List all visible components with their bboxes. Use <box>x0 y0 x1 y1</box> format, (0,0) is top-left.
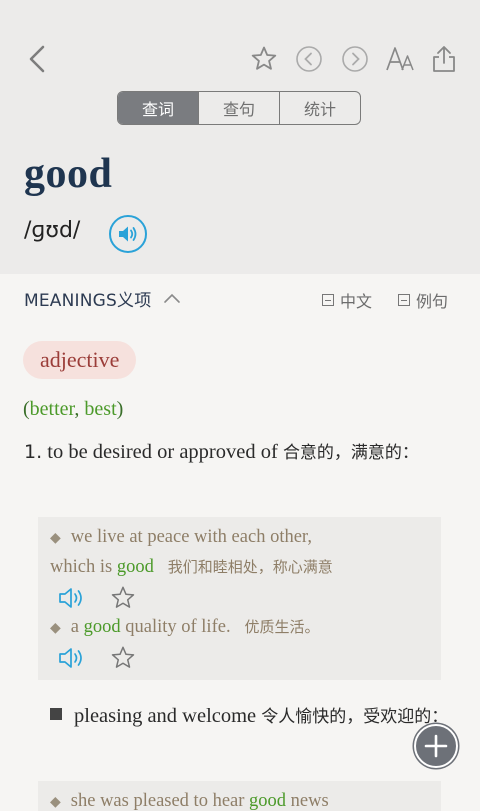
example-sentence: ◆ we live at peace with each other, which… <box>50 523 435 582</box>
sense-number: 1. <box>24 441 43 463</box>
example-text: which is <box>50 557 117 577</box>
sense-definition-zh: 合意的，满意的： <box>282 443 419 463</box>
example-text: a <box>70 617 84 637</box>
speaker-icon[interactable] <box>58 646 88 670</box>
pronounce-speaker-button[interactable] <box>109 215 147 253</box>
sense-definition-en: to be desired or approved of <box>47 441 278 463</box>
example-text: news <box>286 791 329 811</box>
collapse-box-icon <box>322 294 334 306</box>
headword: good <box>24 151 113 197</box>
example-keyword: good <box>249 791 287 811</box>
star-icon[interactable] <box>110 645 136 671</box>
next-circle-icon[interactable] <box>339 43 371 75</box>
tab-lookup-sentence[interactable]: 查句 <box>199 92 280 124</box>
meanings-title: MEANINGS义项 <box>24 291 152 311</box>
star-icon[interactable] <box>248 43 280 75</box>
example-text: she was pleased to hear <box>70 791 250 811</box>
back-chevron-left-icon[interactable] <box>22 42 52 76</box>
form-superlative[interactable]: best <box>84 398 116 420</box>
example-actions <box>58 585 136 611</box>
example-keyword: good <box>83 617 121 637</box>
toggle-examples[interactable]: 例句 <box>398 288 448 312</box>
diamond-bullet-icon: ◆ <box>50 795 61 810</box>
inflected-forms: (better, best) <box>23 398 123 421</box>
diamond-bullet-icon: ◆ <box>50 621 61 636</box>
square-bullet-icon <box>50 708 62 720</box>
example-list: ◆ we live at peace with each other, which… <box>38 517 441 680</box>
speaker-icon <box>119 226 137 242</box>
part-of-speech-badge: adjective <box>23 341 137 379</box>
example-text: quality of life. <box>120 617 231 637</box>
sense-1: 1. to be desired or approved of 合意的，满意的： <box>24 436 454 469</box>
example-text: we live at peace with each other, <box>70 527 312 547</box>
tab-lookup-word[interactable]: 查词 <box>118 92 199 124</box>
share-icon[interactable] <box>428 42 460 76</box>
example-list: ◆ she was pleased to hear good news <box>38 781 441 811</box>
forms-open-paren: ( <box>23 398 30 420</box>
forms-separator: , <box>74 398 85 420</box>
form-comparative[interactable]: better <box>30 398 75 420</box>
example-keyword: good <box>116 557 154 577</box>
plus-icon <box>424 734 448 758</box>
meanings-section-toggle[interactable]: MEANINGS义项 <box>24 286 181 311</box>
prev-circle-icon[interactable] <box>293 43 325 75</box>
header: 查词 查句 统计 good /ɡʊd/ <box>0 0 480 274</box>
toggle-chinese-label: 中文 <box>340 292 373 311</box>
star-icon[interactable] <box>110 585 136 611</box>
tab-statistics[interactable]: 统计 <box>280 92 360 124</box>
example-translation: 我们和睦相处，称心满意 <box>167 558 333 576</box>
example-sentence: ◆ she was pleased to hear good news <box>50 787 435 811</box>
chevron-up-icon <box>164 293 180 303</box>
forms-close-paren: ) <box>116 398 124 420</box>
sub-sense-definition-zh: 令人愉快的，受欢迎的： <box>261 707 449 727</box>
toggle-chinese[interactable]: 中文 <box>322 288 372 312</box>
example-sentence: ◆ a good quality of life. 优质生活。 <box>50 613 435 643</box>
example-actions <box>58 645 136 671</box>
example-translation: 优质生活。 <box>244 618 320 636</box>
sub-sense: pleasing and welcome 令人愉快的，受欢迎的： <box>50 700 450 733</box>
collapse-box-icon <box>398 294 410 306</box>
diamond-bullet-icon: ◆ <box>50 531 61 546</box>
toggle-examples-label: 例句 <box>416 292 449 311</box>
mode-tabs: 查词 查句 统计 <box>117 91 361 125</box>
speaker-icon[interactable] <box>58 586 88 610</box>
phonetic: /ɡʊd/ <box>24 218 81 243</box>
sub-sense-definition-en: pleasing and welcome <box>74 705 257 727</box>
font-size-icon[interactable] <box>384 43 418 75</box>
add-floating-button[interactable] <box>414 724 458 768</box>
